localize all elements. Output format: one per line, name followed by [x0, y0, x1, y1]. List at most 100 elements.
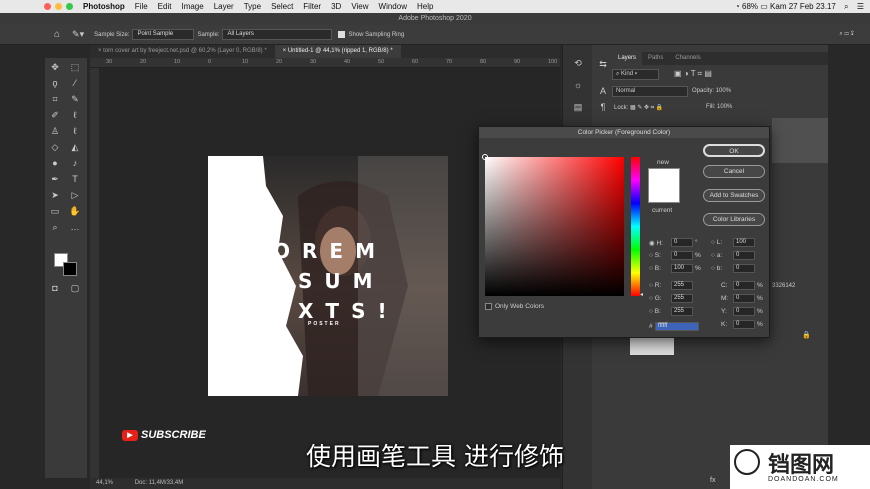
r-radio[interactable]: ○ R: — [649, 282, 661, 289]
lab-b-radio[interactable]: ○ b: — [711, 265, 722, 272]
color-libraries-button[interactable]: Color Libraries — [703, 213, 765, 226]
tab-torn-cover[interactable]: × torn cover art by freeject.net.psd @ 6… — [90, 45, 275, 58]
doc-size[interactable]: Doc: 11,4M/33,4M — [135, 480, 184, 486]
sample-select[interactable]: All Layers — [222, 29, 333, 40]
cancel-button[interactable]: Cancel — [703, 165, 765, 178]
menu-select[interactable]: Select — [271, 2, 293, 11]
color-field-cursor[interactable] — [482, 154, 488, 160]
only-web-colors-checkbox[interactable] — [485, 303, 492, 310]
tab-layers[interactable]: Layers — [612, 52, 643, 65]
magic-wand-icon[interactable]: ⁄ — [68, 77, 82, 89]
wifi-icon[interactable]: ◔ — [735, 2, 740, 11]
lasso-tool-icon[interactable]: ϙ — [48, 77, 62, 89]
home-icon[interactable]: ⌂ — [54, 29, 60, 40]
menu-type[interactable]: Type — [244, 2, 261, 11]
y-input[interactable]: 0 — [733, 307, 755, 316]
menu-3d[interactable]: 3D — [331, 2, 341, 11]
search-icon[interactable]: ⌕ — [844, 2, 848, 11]
path-select-icon[interactable]: ➤ — [48, 189, 62, 201]
vertical-ruler[interactable] — [90, 68, 99, 478]
layer-filter-icons[interactable]: ▣ ◑ T ⌗ ▤ — [674, 69, 712, 79]
a-input[interactable]: 0 — [733, 251, 755, 260]
hue-slider-handle[interactable]: ◂ — [640, 291, 643, 298]
menu-filter[interactable]: Filter — [303, 2, 321, 11]
dodge-tool-icon[interactable]: ♪ — [68, 157, 82, 169]
screen-mode-icon[interactable]: ▢ — [68, 282, 82, 294]
fill-control[interactable]: Fill: 100% — [706, 104, 732, 110]
menu-view[interactable]: View — [351, 2, 368, 11]
app-menu[interactable]: Photoshop — [83, 2, 125, 11]
blend-mode-select[interactable]: Normal — [612, 86, 688, 97]
menu-help[interactable]: Help — [417, 2, 433, 11]
fill-value[interactable]: 100% — [717, 104, 732, 110]
eyedropper-preset-icon[interactable]: ✎▾ — [72, 29, 84, 40]
layer-thumbnail[interactable] — [630, 337, 674, 355]
opacity-control[interactable]: Opacity: 100% — [692, 88, 731, 94]
paint-bucket-icon[interactable]: ◭ — [68, 141, 82, 153]
pen-tool-icon[interactable]: ✒ — [48, 173, 62, 185]
history-brush-icon[interactable]: ℓ — [68, 125, 82, 137]
character-icon[interactable]: A — [596, 85, 610, 97]
l-input[interactable]: 100 — [733, 238, 755, 247]
menu-list-icon[interactable]: ☰ — [857, 2, 864, 11]
m-input[interactable]: 0 — [733, 294, 755, 303]
kind-filter[interactable]: ⌕ Kind ▾ — [612, 69, 659, 80]
s-input[interactable]: 0 — [671, 251, 693, 260]
g-input[interactable]: 255 — [671, 294, 693, 303]
blue-radio[interactable]: ○ B: — [649, 308, 661, 315]
hex-input[interactable]: ffffff — [655, 322, 699, 331]
type-tool-icon[interactable]: T — [68, 173, 82, 185]
libraries-panel-icon[interactable]: ▤ — [571, 101, 585, 113]
brush-tool-icon[interactable]: ℓ — [68, 109, 82, 121]
minimize-window-button[interactable] — [55, 3, 62, 10]
clock-label[interactable]: Kam 27 Feb 23.17 — [770, 2, 836, 11]
menu-image[interactable]: Image — [181, 2, 203, 11]
tab-channels[interactable]: Channels — [669, 52, 706, 65]
history-panel-icon[interactable]: ⟲ — [571, 57, 585, 69]
ok-button[interactable]: OK — [703, 144, 765, 157]
tab-untitled-1[interactable]: × Untitled-1 @ 44,1% (ripped 1, RGB/8) * — [274, 45, 401, 58]
lock-controls[interactable]: Lock: ▦ ✎ ✥ ⌗ 🔒 — [614, 104, 663, 112]
background-color-swatch[interactable] — [63, 262, 77, 276]
lab-b-input[interactable]: 0 — [733, 264, 755, 273]
tab-paths[interactable]: Paths — [642, 52, 669, 65]
search-panel-icon[interactable]: ⌕ ▭ ⇪ — [839, 31, 854, 38]
k-input[interactable]: 0 — [733, 320, 755, 329]
move-tool-icon[interactable]: ✥ — [48, 61, 62, 73]
zoom-level[interactable]: 44,1% — [96, 480, 113, 486]
direct-select-icon[interactable]: ▷ — [68, 189, 82, 201]
b-input[interactable]: 100 — [671, 264, 693, 273]
g-radio[interactable]: ○ G: — [649, 295, 662, 302]
battery-icon[interactable]: ▭ — [760, 2, 768, 11]
sample-size-select[interactable]: Point Sample — [132, 29, 195, 40]
horizontal-ruler[interactable]: 3020100102030405060708090100110120130 — [90, 58, 659, 68]
l-radio[interactable]: ○ L: — [711, 239, 722, 246]
r-input[interactable]: 255 — [671, 281, 693, 290]
document-canvas[interactable]: OREM SUM XTS! POSTER — [208, 156, 448, 396]
h-input[interactable]: 0 — [671, 238, 693, 247]
blur-tool-icon[interactable]: ● — [48, 157, 62, 169]
hand-tool-icon[interactable]: ✋ — [68, 205, 82, 217]
crop-tool-icon[interactable]: ⌗ — [48, 93, 62, 105]
quick-mask-icon[interactable]: ◘ — [48, 282, 62, 294]
zoom-tool-icon[interactable]: ⌕ — [48, 221, 62, 233]
menu-window[interactable]: Window — [379, 2, 407, 11]
close-window-button[interactable] — [44, 3, 51, 10]
blue-input[interactable]: 255 — [671, 307, 693, 316]
menu-file[interactable]: File — [135, 2, 148, 11]
h-radio[interactable]: ◉ H: — [649, 239, 663, 247]
hue-slider[interactable] — [631, 157, 640, 296]
show-ring-checkbox[interactable] — [338, 31, 346, 38]
opacity-value[interactable]: 100% — [716, 88, 731, 94]
rectangle-tool-icon[interactable]: ▭ — [48, 205, 62, 217]
c-input[interactable]: 0 — [733, 281, 755, 290]
add-to-swatches-button[interactable]: Add to Swatches — [703, 189, 765, 202]
clone-stamp-icon[interactable]: ♙ — [48, 125, 62, 137]
s-radio[interactable]: ○ S: — [649, 252, 661, 259]
color-field[interactable] — [482, 154, 624, 296]
more-tools-icon[interactable]: … — [68, 221, 82, 233]
menu-edit[interactable]: Edit — [158, 2, 172, 11]
b-radio[interactable]: ○ B: — [649, 265, 661, 272]
fx-icon[interactable]: fx — [710, 477, 715, 484]
menu-layer[interactable]: Layer — [214, 2, 234, 11]
